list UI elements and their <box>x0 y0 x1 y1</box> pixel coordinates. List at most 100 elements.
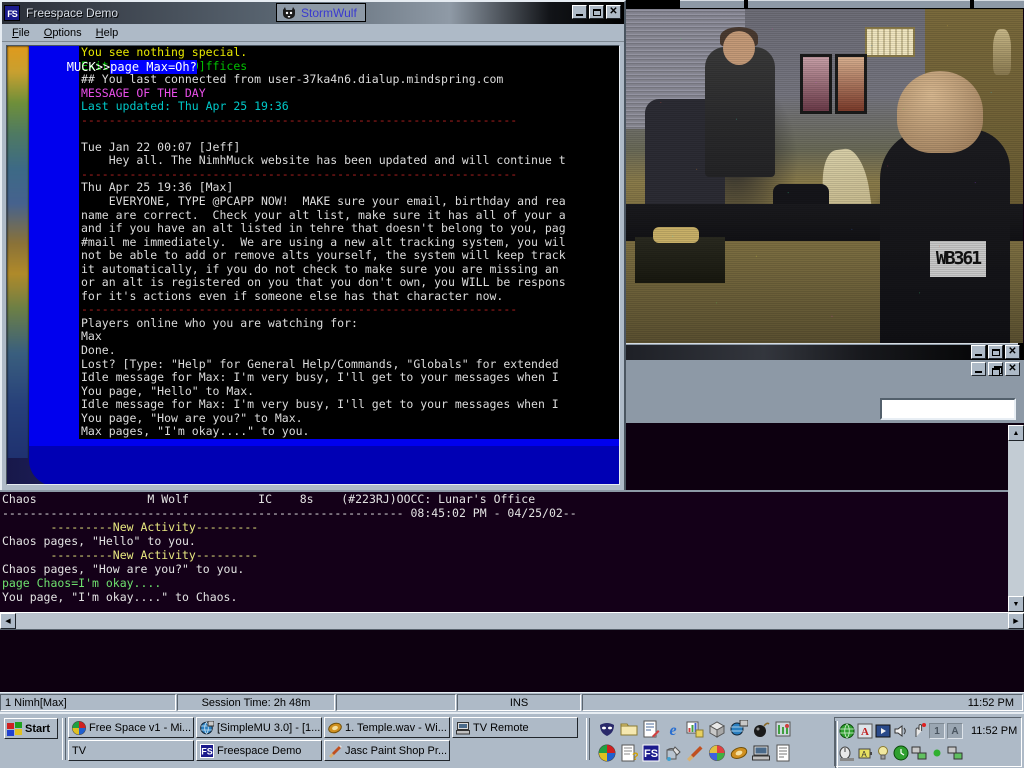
acrobat-icon[interactable]: A <box>857 723 873 739</box>
paint-can-icon[interactable] <box>664 744 682 762</box>
monitor-network-icon[interactable] <box>947 745 963 761</box>
bomb-icon[interactable] <box>752 720 770 738</box>
maximize-button[interactable] <box>988 345 1003 359</box>
task-button[interactable]: Jasc Paint Shop Pr... <box>324 740 450 761</box>
chart-icon[interactable] <box>686 720 704 738</box>
menu-item-help[interactable]: Help <box>96 27 119 39</box>
help-doc-icon[interactable]: ? <box>620 744 639 763</box>
svg-text:A: A <box>861 750 867 759</box>
horizontal-scrollbar[interactable]: ◀ ▶ <box>0 612 1024 630</box>
scroll-up-arrow[interactable]: ▲ <box>1008 425 1024 441</box>
network-icon[interactable] <box>911 745 927 761</box>
terminal-line: ----------------------------------------… <box>79 167 619 182</box>
scroll-down-arrow[interactable]: ▼ <box>1008 596 1024 612</box>
wave-sound-icon[interactable] <box>730 744 748 762</box>
close-button[interactable]: ✕ <box>1005 362 1020 376</box>
minimize-button[interactable] <box>971 362 986 376</box>
video-picture-frame <box>800 54 832 114</box>
computer-icon <box>456 721 470 735</box>
terminal-line: Last updated: Thu Apr 25 19:36 <box>79 100 619 114</box>
folder-icon[interactable] <box>620 720 638 738</box>
task-button[interactable]: FS Freespace Demo <box>196 740 322 761</box>
clock-globe-icon[interactable] <box>893 745 909 761</box>
command-input-overlay[interactable]: MUCK>>page Max=Oh? <box>9 46 197 74</box>
network-globe-icon[interactable] <box>730 719 749 738</box>
activity-log-pane[interactable]: Chaos M Wolf IC 8s (#223RJ)OOCC: Lunar's… <box>0 492 1024 612</box>
log-line: page Chaos=I'm okay.... <box>2 576 162 590</box>
volume-icon[interactable] <box>893 723 909 739</box>
log-line: Chaos M Wolf IC 8s (#223RJ)OOCC: Lunar's… <box>2 492 536 506</box>
tv-video-surface: WB361 <box>625 9 1023 343</box>
vertical-scrollbar[interactable]: ▲ ▼ <box>1008 425 1024 612</box>
bulb-icon[interactable] <box>875 745 891 761</box>
text-input[interactable] <box>882 400 1014 418</box>
close-button[interactable]: ✕ <box>606 5 621 19</box>
task-button[interactable]: Free Space v1 - Mi... <box>68 717 194 738</box>
internet-explorer-icon[interactable]: e <box>664 720 682 739</box>
quicklaunch-grip[interactable] <box>586 718 590 760</box>
video-caption-overlay: WB361 <box>930 241 986 277</box>
spider-icon[interactable] <box>929 745 945 761</box>
media-window-titlebar[interactable]: ✕ <box>624 345 1024 360</box>
log-line: ----------------------------------------… <box>2 506 577 520</box>
windows-flag-icon <box>7 721 22 736</box>
fs-icon[interactable]: FS <box>642 744 660 762</box>
minimize-button[interactable] <box>572 5 587 19</box>
paint-palette-icon[interactable] <box>598 744 616 762</box>
stormwulf-badge[interactable]: StormWulf <box>276 3 366 22</box>
status-insert-mode: INS <box>457 694 581 711</box>
scroll-right-arrow[interactable]: ▶ <box>1008 613 1024 629</box>
notepad-pencil-icon[interactable] <box>642 720 660 738</box>
video-seated-man <box>880 129 1010 343</box>
menu-item-file[interactable]: File <box>12 27 30 39</box>
start-button[interactable]: Start <box>4 718 58 739</box>
svg-text:FS: FS <box>644 748 658 760</box>
svg-text:e: e <box>669 722 676 738</box>
mouse-icon[interactable] <box>839 745 855 761</box>
terminal-line: You page, "How are you?" to Max. <box>79 411 619 426</box>
command-typed-text[interactable]: page Max=Oh? <box>110 60 197 74</box>
terminal-line: ## You last connected from user-37ka4n6.… <box>79 73 619 87</box>
tv-window-titlebar[interactable] <box>624 0 1024 9</box>
terminal-line: Max pages, "I'm okay...." to you. <box>79 425 619 439</box>
menu-item-options[interactable]: Options <box>44 27 82 39</box>
terminal-line: ----------------------------------------… <box>79 303 619 317</box>
wave-sound-icon <box>328 721 342 735</box>
text-input-field[interactable] <box>880 398 1016 420</box>
task-button[interactable]: TV Remote <box>452 717 578 738</box>
mask-icon[interactable] <box>598 720 616 738</box>
task-button-label: Free Space v1 - Mi... <box>89 721 192 734</box>
status-clock: 11:52 PM <box>582 694 1023 711</box>
globe-icon[interactable] <box>839 723 855 739</box>
freespace-titlebar[interactable]: FS Freespace Demo StormWulf ✕ <box>2 2 624 24</box>
minimize-button[interactable] <box>971 345 986 359</box>
ime-indicator[interactable]: A <box>947 723 963 739</box>
freespace-client-area[interactable]: OOC: Lunar's Office You see nothing spec… <box>6 45 620 485</box>
media-icon[interactable] <box>875 723 891 739</box>
maximize-button[interactable] <box>589 5 604 19</box>
computer-icon[interactable] <box>752 744 770 762</box>
video-desk-box <box>635 237 725 283</box>
mixer-icon[interactable] <box>774 720 792 738</box>
task-button[interactable]: TV <box>68 740 194 761</box>
brush-icon <box>328 744 342 758</box>
terminal-line: Tue Jan 22 00:07 [Jeff] <box>79 140 619 155</box>
scroll-left-arrow[interactable]: ◀ <box>0 613 16 629</box>
keyboard-layout-indicator[interactable]: 1 <box>929 723 945 739</box>
taskbar-row-2: TV FS Freespace Demo Jasc Paint Shop Pr.… <box>68 740 578 761</box>
battery-icon[interactable]: A <box>857 745 873 761</box>
task-button[interactable]: [SimpleMU 3.0] - [1... <box>196 717 322 738</box>
color-wheel-icon[interactable] <box>708 744 726 762</box>
close-button[interactable]: ✕ <box>1005 345 1020 359</box>
taskbar-clock[interactable]: 11:52 PM <box>971 725 1017 737</box>
hand-icon[interactable] <box>911 723 927 739</box>
scroll-track[interactable] <box>1008 441 1024 596</box>
document-icon[interactable] <box>774 744 792 762</box>
system-tray: A 1 A 11:52 PM A <box>834 717 1022 768</box>
brush-icon[interactable] <box>686 744 704 762</box>
taskbar-grip[interactable] <box>62 718 66 760</box>
terminal-line: for it's actions even if someone else ha… <box>79 289 619 304</box>
box-icon[interactable] <box>708 720 726 738</box>
task-button[interactable]: 1. Temple.wav - Wi... <box>324 717 450 738</box>
restore-button[interactable] <box>988 362 1003 376</box>
